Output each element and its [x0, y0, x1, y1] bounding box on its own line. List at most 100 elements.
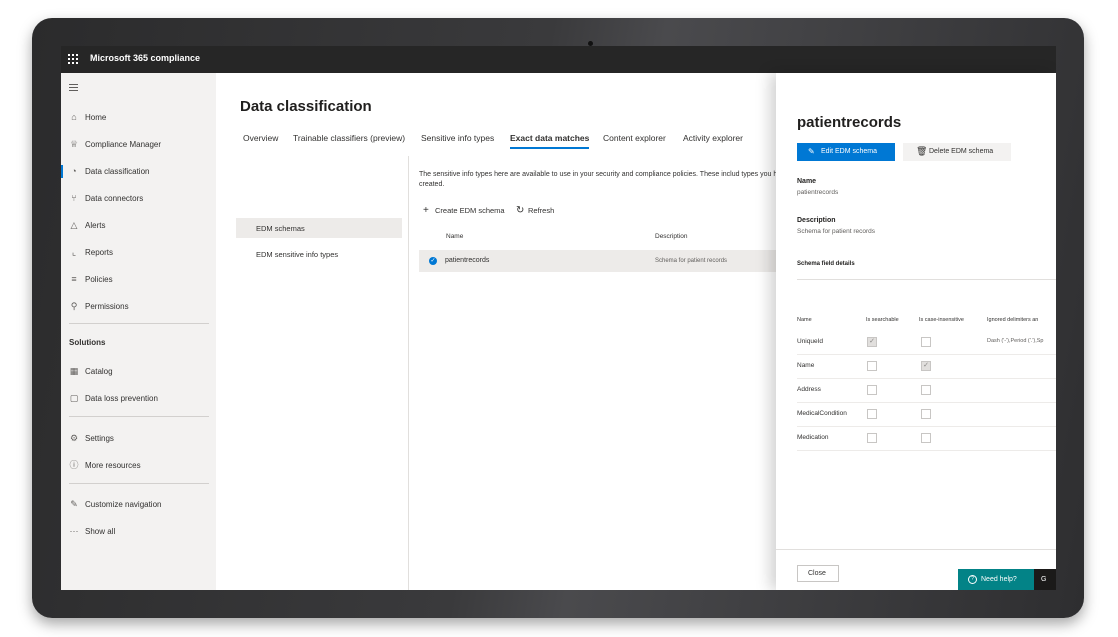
trash-icon: 🗑: [916, 146, 928, 156]
searchable-checkbox[interactable]: ✓: [867, 337, 877, 347]
nav-item-label: Show all: [85, 527, 116, 536]
app-launcher-icon[interactable]: [68, 54, 78, 64]
edit-edm-schema-button[interactable]: ✎ Edit EDM schema: [797, 143, 895, 161]
searchable-checkbox[interactable]: [867, 433, 877, 443]
left-navigation: ⌂ Home ♕ Compliance Manager ◔ Data class…: [61, 73, 216, 590]
nav-item-reports[interactable]: ⌞ Reports: [61, 243, 216, 263]
subnav-edm-sensitive-info-types[interactable]: EDM sensitive info types: [236, 244, 402, 264]
refresh-icon: ↻: [516, 205, 525, 216]
case-insensitive-checkbox[interactable]: [921, 409, 931, 419]
nav-item-label: Policies: [85, 275, 113, 284]
field-name: MedicalCondition: [797, 410, 847, 417]
info-icon: ⓘ: [69, 460, 79, 470]
table-row[interactable]: ✓ patientrecords Schema for patient reco…: [419, 250, 791, 272]
nav-item-label: Home: [85, 113, 107, 122]
nav-item-home[interactable]: ⌂ Home: [61, 108, 216, 128]
nav-item-label: Customize navigation: [85, 500, 162, 509]
gear-icon: ⚙: [69, 433, 79, 443]
tab-trainable-classifiers[interactable]: Trainable classifiers (preview): [293, 133, 405, 143]
panel-footer-divider: [776, 549, 1056, 550]
classification-icon: ◔: [71, 166, 77, 176]
tab-exact-data-matches[interactable]: Exact data matches: [510, 133, 590, 149]
tab-overview[interactable]: Overview: [243, 133, 278, 143]
nav-divider: [69, 416, 209, 417]
searchable-checkbox[interactable]: [867, 385, 877, 395]
screen: Microsoft 365 compliance ⌂ Home ♕ Compli…: [61, 46, 1056, 590]
field-row-address: Address: [797, 378, 1056, 403]
need-help-button[interactable]: ? Need help?: [958, 569, 1034, 590]
field-row-name: Name ✓: [797, 354, 1056, 379]
tab-content-explorer[interactable]: Content explorer: [603, 133, 666, 143]
nav-item-policies[interactable]: ≡ Policies: [61, 270, 216, 290]
nav-item-label: Alerts: [85, 221, 106, 230]
searchable-checkbox[interactable]: [867, 409, 877, 419]
nav-item-label: Reports: [85, 248, 114, 257]
feedback-label: G: [1041, 576, 1047, 583]
nav-divider: [69, 323, 209, 324]
pencil-icon: ✎: [70, 499, 78, 509]
nav-item-alerts[interactable]: △ Alerts: [61, 216, 216, 236]
delete-edm-schema-button[interactable]: 🗑 Delete EDM schema: [903, 143, 1011, 161]
plus-icon: +: [423, 205, 429, 216]
subnav-label: EDM sensitive info types: [256, 250, 339, 259]
case-insensitive-checkbox[interactable]: ✓: [921, 361, 931, 371]
tab-sensitive-info-types[interactable]: Sensitive info types: [421, 133, 494, 143]
nav-item-label: Settings: [85, 434, 114, 443]
schema-details-panel: patientrecords ✎ Edit EDM schema 🗑 Delet…: [776, 73, 1056, 590]
selected-check-icon[interactable]: ✓: [429, 257, 437, 265]
nav-item-compliance-manager[interactable]: ♕ Compliance Manager: [61, 135, 216, 155]
nav-item-label: Permissions: [85, 302, 129, 311]
field-row-uniqueid: UniqueId ✓ Dash ('-'),Period ('.'),Sp: [797, 330, 1056, 355]
schema-field-details-header: Schema field details: [797, 261, 855, 267]
name-value: patientrecords: [797, 189, 839, 196]
nav-item-settings[interactable]: ⚙ Settings: [61, 429, 216, 449]
edm-description: The sensitive info types here are availa…: [419, 171, 789, 188]
nav-item-data-connectors[interactable]: ⑂ Data connectors: [61, 189, 216, 209]
close-label: Close: [808, 570, 826, 577]
panel-separator: [797, 279, 1056, 280]
close-button[interactable]: Close: [797, 565, 839, 582]
create-edm-schema-button[interactable]: + Create EDM schema: [423, 205, 505, 216]
nav-item-customize-navigation[interactable]: ✎ Customize navigation: [61, 495, 216, 515]
name-label: Name: [797, 178, 817, 185]
field-name: Medication: [797, 434, 829, 441]
tab-activity-explorer[interactable]: Activity explorer: [683, 133, 743, 143]
alert-icon: △: [70, 220, 78, 230]
nav-item-more-resources[interactable]: ⓘ More resources: [61, 456, 216, 476]
case-insensitive-checkbox[interactable]: [921, 337, 931, 347]
nav-item-catalog[interactable]: ▦ Catalog: [61, 362, 216, 382]
policy-icon: ≡: [71, 274, 77, 284]
permissions-icon: ⚲: [70, 301, 78, 311]
feedback-button[interactable]: G: [1034, 569, 1056, 590]
nav-item-show-all[interactable]: ··· Show all: [61, 522, 216, 542]
chart-icon: ⌞: [71, 247, 77, 257]
nav-item-data-loss-prevention[interactable]: ▢ Data loss prevention: [61, 389, 216, 409]
hamburger-icon[interactable]: [69, 84, 78, 93]
subnav-edm-schemas[interactable]: EDM schemas: [236, 218, 402, 238]
catalog-icon: ▦: [69, 366, 79, 376]
row-name: patientrecords: [445, 257, 490, 264]
searchable-checkbox[interactable]: [867, 361, 877, 371]
case-insensitive-checkbox[interactable]: [921, 385, 931, 395]
field-column-searchable: Is searchable: [866, 317, 899, 323]
nav-item-data-classification[interactable]: ◔ Data classification: [61, 162, 216, 182]
field-column-delimiters: Ignored delimiters an: [987, 317, 1039, 323]
refresh-label: Refresh: [528, 206, 555, 215]
app-title[interactable]: Microsoft 365 compliance: [90, 53, 200, 63]
nav-item-label: More resources: [85, 461, 141, 470]
nav-item-permissions[interactable]: ⚲ Permissions: [61, 297, 216, 317]
field-name: Name: [797, 362, 815, 369]
column-header-description[interactable]: Description: [655, 233, 688, 240]
edit-icon: ✎: [808, 147, 815, 156]
refresh-button[interactable]: ↻ Refresh: [516, 205, 554, 216]
nav-item-label: Compliance Manager: [85, 140, 162, 149]
nav-item-label: Data loss prevention: [85, 394, 158, 403]
column-header-name[interactable]: Name: [446, 233, 463, 240]
edit-edm-schema-label: Edit EDM schema: [821, 148, 878, 155]
description-label: Description: [797, 217, 836, 224]
panel-title: patientrecords: [797, 114, 902, 131]
ignored-delimiters-value: Dash ('-'),Period ('.'),Sp: [987, 338, 1044, 344]
edm-subnav: EDM schemas EDM sensitive info types: [236, 156, 409, 590]
top-bar: Microsoft 365 compliance: [61, 46, 1056, 73]
case-insensitive-checkbox[interactable]: [921, 433, 931, 443]
